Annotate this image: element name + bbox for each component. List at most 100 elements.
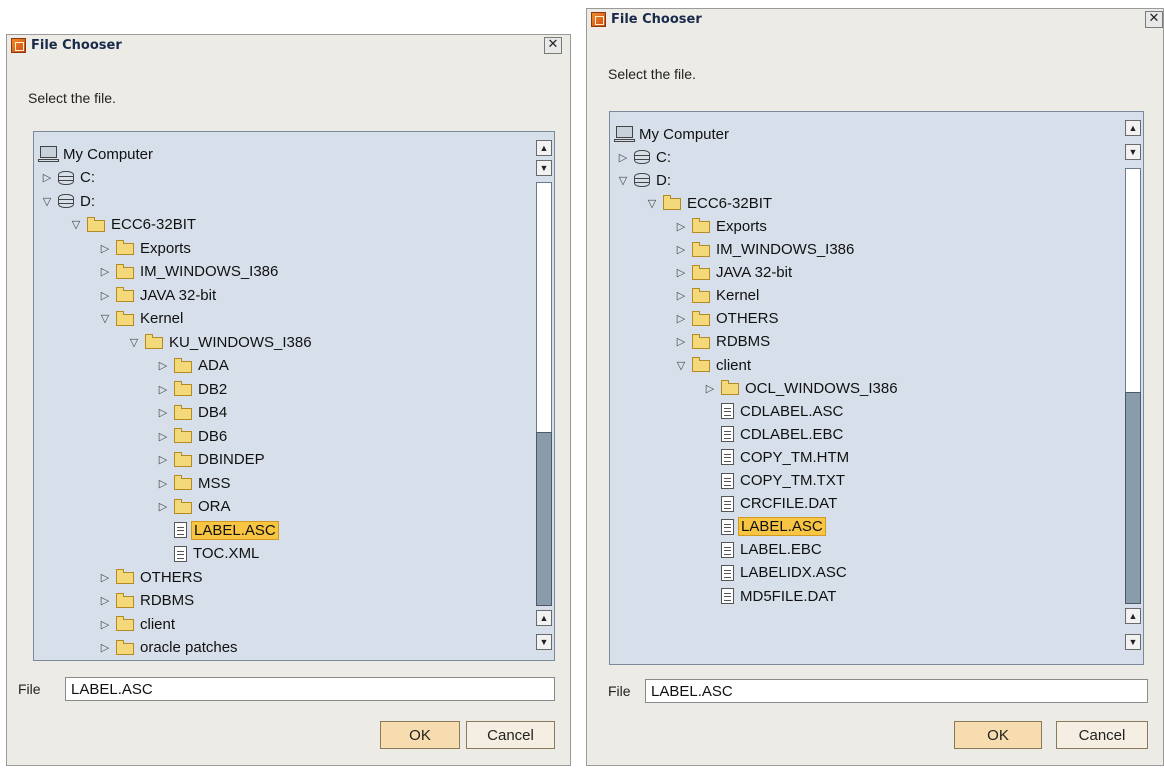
tree-node[interactable]: LABEL.EBC xyxy=(703,539,824,561)
scroll-down-button[interactable]: ▼ xyxy=(1125,144,1141,160)
expand-icon[interactable]: ▷ xyxy=(156,404,170,422)
expand-icon[interactable]: ▷ xyxy=(703,379,717,397)
tree-node-label: IM_WINDOWS_I386 xyxy=(140,263,279,280)
collapse-icon[interactable]: ▽ xyxy=(616,171,630,189)
expand-icon[interactable]: ▷ xyxy=(156,357,170,375)
tree-node[interactable]: ▷ RDBMS xyxy=(98,590,196,612)
cancel-button[interactable]: Cancel xyxy=(1056,721,1148,749)
tree-node[interactable]: My Computer xyxy=(38,143,155,165)
ok-button[interactable]: OK xyxy=(380,721,460,749)
expand-icon[interactable]: ▷ xyxy=(98,615,112,633)
tree-node[interactable]: ▷ OTHERS xyxy=(674,308,781,330)
expand-icon[interactable]: ▷ xyxy=(156,380,170,398)
tree-node[interactable]: CRCFILE.DAT xyxy=(703,493,839,515)
collapse-icon[interactable]: ▽ xyxy=(40,192,54,210)
tree-node[interactable]: CDLABEL.EBC xyxy=(703,423,845,445)
tree-node[interactable]: ▷ OCL_WINDOWS_I386 xyxy=(703,377,900,399)
tree-node[interactable]: ▷ DB6 xyxy=(156,425,229,447)
expand-icon[interactable]: ▷ xyxy=(674,310,688,328)
tree-node[interactable]: ▽ ECC6-32BIT xyxy=(645,192,774,214)
tree-node[interactable]: ▷ JAVA 32-bit xyxy=(674,262,794,284)
tree-node[interactable]: ▽ KU_WINDOWS_I386 xyxy=(127,331,314,353)
tree-node[interactable]: My Computer xyxy=(614,123,731,145)
file-tree[interactable]: MD5FILE.DAT LABELIDX.ASC LABEL.EBC LABEL.AS… xyxy=(609,111,1144,665)
title-bar[interactable]: File Chooser ✕ xyxy=(587,9,1163,31)
expand-icon[interactable]: ▷ xyxy=(674,287,688,305)
tree-node[interactable]: ▷ ORA xyxy=(156,496,233,518)
tree-node[interactable]: MD5FILE.DAT xyxy=(703,585,838,607)
tree-node[interactable]: ▷ IM_WINDOWS_I386 xyxy=(674,239,856,261)
collapse-icon[interactable]: ▽ xyxy=(127,333,141,351)
tree-node[interactable]: ▷ OTHERS xyxy=(98,566,205,588)
ok-button[interactable]: OK xyxy=(954,721,1042,749)
tree-node[interactable]: COPY_TM.TXT xyxy=(703,470,847,492)
collapse-icon[interactable]: ▽ xyxy=(674,356,688,374)
tree-node[interactable]: CDLABEL.ASC xyxy=(703,400,845,422)
tree-node[interactable]: ▷ JAVA 32-bit xyxy=(98,284,218,306)
tree-node[interactable]: ▷ MSS xyxy=(156,472,233,494)
scroll-up-button[interactable]: ▲ xyxy=(1125,120,1141,136)
tree-node[interactable]: ▷ IM_WINDOWS_I386 xyxy=(98,261,280,283)
expand-icon[interactable]: ▷ xyxy=(674,241,688,259)
scroll-up-button-lower[interactable]: ▲ xyxy=(1125,608,1141,624)
scroll-up-button[interactable]: ▲ xyxy=(536,140,552,156)
tree-node[interactable]: TOC.XML xyxy=(156,543,261,565)
tree-node[interactable]: ▽ D: xyxy=(40,190,97,212)
expand-icon[interactable]: ▷ xyxy=(156,427,170,445)
tree-node[interactable]: ▷ Exports xyxy=(98,237,193,259)
file-name-input[interactable] xyxy=(65,677,555,701)
tree-node[interactable]: ▷ C: xyxy=(616,146,673,168)
folder-icon xyxy=(174,381,192,396)
tree-node[interactable]: ▽ Kernel xyxy=(98,308,185,330)
expand-icon[interactable]: ▷ xyxy=(156,451,170,469)
tree-node[interactable]: ▷ C: xyxy=(40,167,97,189)
tree-node[interactable]: LABEL.ASC xyxy=(703,516,826,538)
close-button[interactable]: ✕ xyxy=(1145,11,1163,28)
scroll-thumb[interactable] xyxy=(1125,392,1141,604)
expand-icon[interactable]: ▷ xyxy=(98,592,112,610)
tree-node[interactable]: ▷ DBINDEP xyxy=(156,449,267,471)
tree-node[interactable]: ▷ DB4 xyxy=(156,402,229,424)
cancel-button[interactable]: Cancel xyxy=(466,721,555,749)
collapse-icon[interactable]: ▽ xyxy=(645,194,659,212)
expand-icon[interactable]: ▷ xyxy=(616,148,630,166)
vertical-scrollbar[interactable]: ▲ ▼ ▲ ▼ xyxy=(1123,112,1143,664)
tree-node[interactable]: ▷ client xyxy=(98,613,177,635)
collapse-icon[interactable]: ▽ xyxy=(98,310,112,328)
title-bar[interactable]: File Chooser ✕ xyxy=(7,35,570,57)
tree-node[interactable]: ▷ RDBMS xyxy=(674,331,772,353)
vertical-scrollbar[interactable]: ▲ ▼ ▲ ▼ xyxy=(534,132,554,660)
scroll-down-button-lower[interactable]: ▼ xyxy=(1125,634,1141,650)
tree-node[interactable]: ▷ Exports xyxy=(674,215,769,237)
scroll-up-button-lower[interactable]: ▲ xyxy=(536,610,552,626)
tree-node[interactable]: ▷ oracle patches xyxy=(98,637,240,659)
expand-icon[interactable]: ▷ xyxy=(156,474,170,492)
tree-node[interactable]: ▽ ECC6-32BIT xyxy=(69,214,198,236)
expand-icon[interactable]: ▷ xyxy=(98,239,112,257)
collapse-icon[interactable]: ▽ xyxy=(69,216,83,234)
expand-icon[interactable]: ▷ xyxy=(156,498,170,516)
expand-icon[interactable]: ▷ xyxy=(98,286,112,304)
tree-node[interactable]: ▷ ADA xyxy=(156,355,231,377)
tree-node[interactable]: ▷ DB2 xyxy=(156,378,229,400)
expand-icon[interactable]: ▷ xyxy=(674,217,688,235)
expand-icon[interactable]: ▷ xyxy=(40,169,54,187)
scroll-thumb[interactable] xyxy=(536,432,552,606)
file-tree[interactable]: ▷ oracle patches ▷ client ▷ RDBMS ▷ OTHERS TOC.X… xyxy=(33,131,555,661)
tree-node[interactable]: ▽ client xyxy=(674,354,753,376)
file-icon xyxy=(174,545,187,562)
scroll-down-button-lower[interactable]: ▼ xyxy=(536,634,552,650)
expand-icon[interactable]: ▷ xyxy=(674,264,688,282)
scroll-down-button[interactable]: ▼ xyxy=(536,160,552,176)
expand-icon[interactable]: ▷ xyxy=(674,333,688,351)
expand-icon[interactable]: ▷ xyxy=(98,639,112,657)
tree-node[interactable]: ▷ Kernel xyxy=(674,285,761,307)
expand-icon[interactable]: ▷ xyxy=(98,568,112,586)
file-name-input[interactable] xyxy=(645,679,1148,703)
close-button[interactable]: ✕ xyxy=(544,37,562,54)
expand-icon[interactable]: ▷ xyxy=(98,263,112,281)
tree-node[interactable]: LABEL.ASC xyxy=(156,519,279,541)
tree-node[interactable]: ▽ D: xyxy=(616,169,673,191)
tree-node[interactable]: COPY_TM.HTM xyxy=(703,446,851,468)
tree-node[interactable]: LABELIDX.ASC xyxy=(703,562,849,584)
